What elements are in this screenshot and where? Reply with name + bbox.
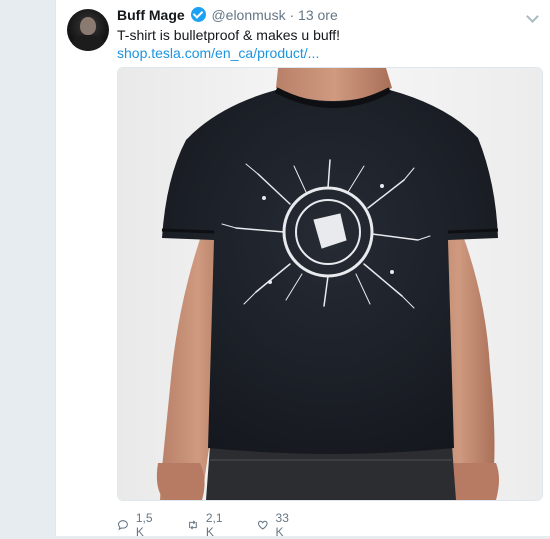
author-handle[interactable]: @elonmusk	[211, 7, 285, 23]
tshirt-photo	[118, 68, 542, 500]
tweet-header: Buff Mage @elonmusk · 13 ore	[117, 7, 338, 23]
tweet-timestamp[interactable]: 13 ore	[298, 7, 338, 23]
avatar[interactable]	[67, 9, 109, 51]
reply-button[interactable]: 1,5 K	[117, 511, 157, 539]
tweet-media-image[interactable]	[117, 67, 543, 501]
tweet-link[interactable]: shop.tesla.com/en_ca/product/...	[117, 44, 319, 62]
like-button[interactable]: 33 K	[257, 511, 293, 539]
retweet-button[interactable]: 2,1 K	[187, 511, 227, 539]
tweet-card[interactable]: Buff Mage @elonmusk · 13 ore T-shirt is …	[55, 0, 550, 539]
separator-dot: ·	[289, 7, 295, 23]
tweet-text: T-shirt is bulletproof & makes u buff!	[117, 27, 341, 43]
avatar-body	[72, 35, 104, 51]
reply-icon	[117, 520, 128, 531]
retweet-icon	[189, 520, 197, 530]
avatar-face	[80, 17, 96, 35]
verified-badge-icon	[190, 7, 206, 22]
like-count: 33 K	[275, 511, 289, 539]
retweet-count: 2,1 K	[205, 511, 223, 539]
reply-count: 1,5 K	[135, 511, 153, 539]
chevron-down-icon[interactable]	[526, 10, 539, 23]
heart-icon	[257, 520, 268, 530]
author-name[interactable]: Buff Mage	[117, 7, 185, 23]
